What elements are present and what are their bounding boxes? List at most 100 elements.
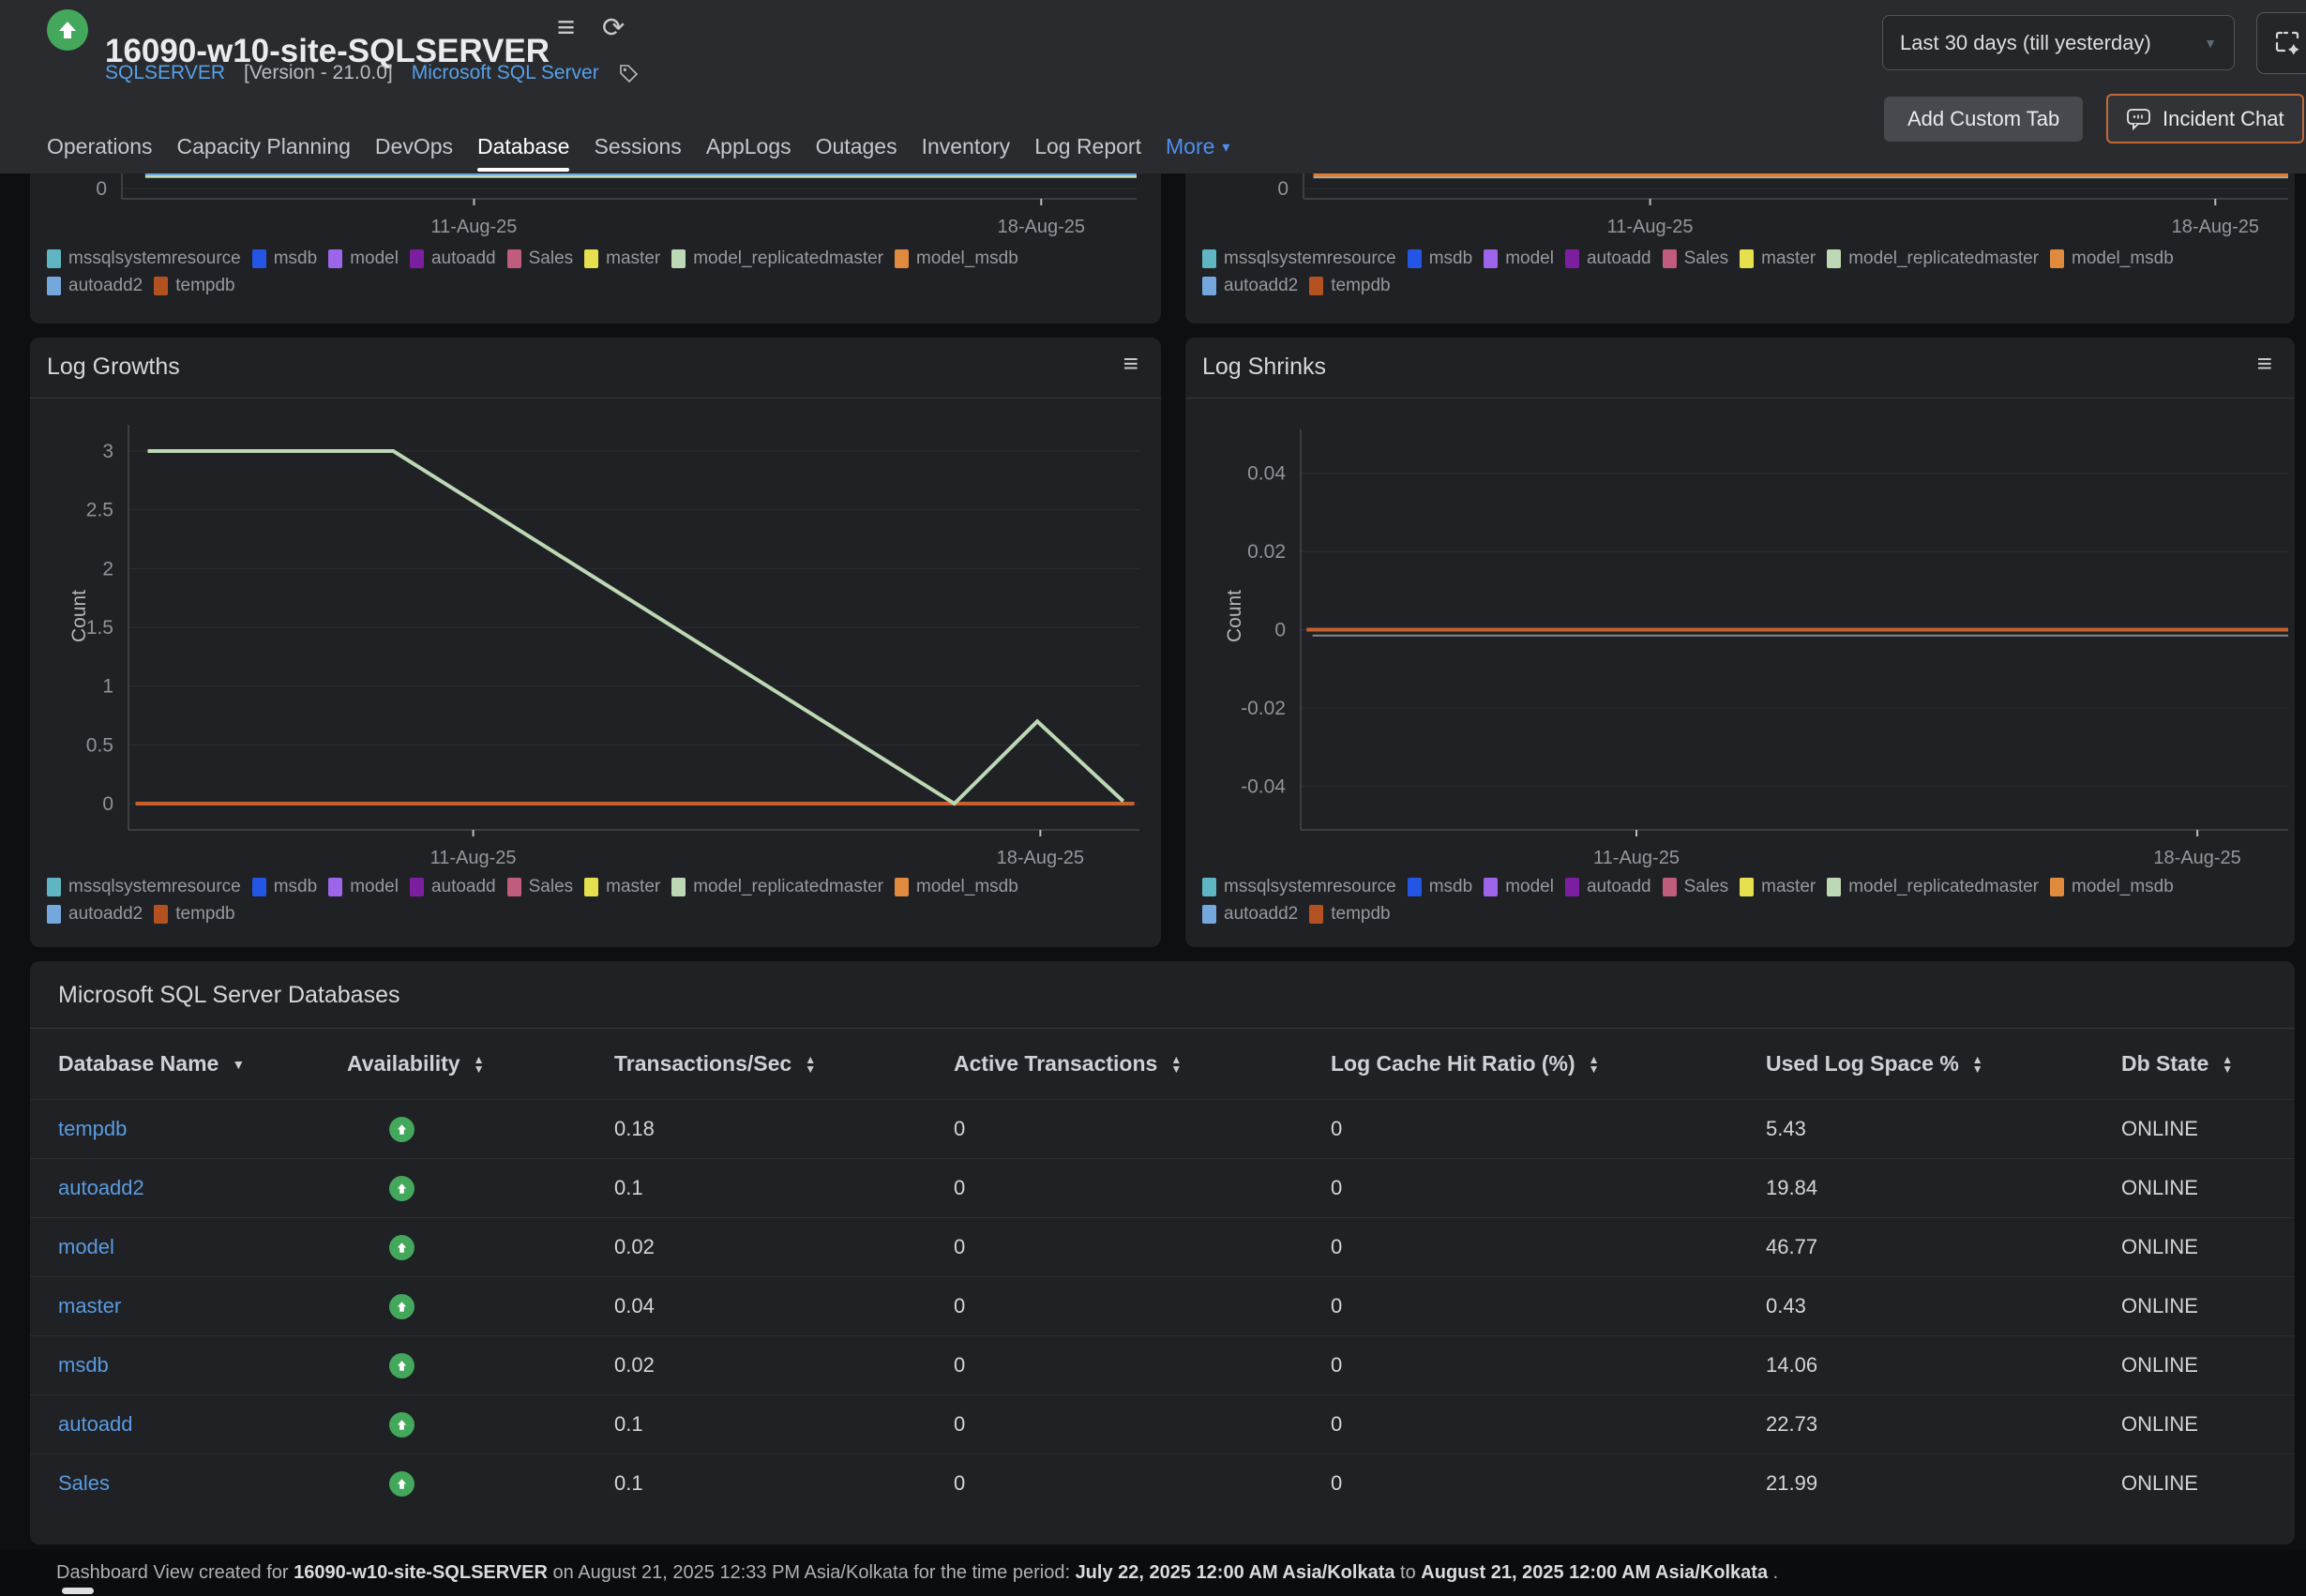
legend-item[interactable]: msdb bbox=[1408, 248, 1472, 269]
legend-item[interactable]: autoadd bbox=[1565, 877, 1651, 897]
db-state-cell: ONLINE bbox=[2120, 1100, 2295, 1159]
column-header-transactions-sec[interactable]: Transactions/Sec▲▼ bbox=[613, 1029, 953, 1100]
legend-swatch bbox=[1740, 878, 1754, 896]
legend-item[interactable]: Sales bbox=[507, 877, 574, 897]
db-name-link[interactable]: autoadd bbox=[58, 1412, 133, 1436]
legend-label: autoadd bbox=[1587, 877, 1651, 897]
horizontal-scrollbar-thumb[interactable] bbox=[62, 1588, 94, 1594]
legend-item[interactable]: master bbox=[584, 877, 660, 897]
svg-text:0.04: 0.04 bbox=[1247, 463, 1286, 485]
legend-item[interactable]: msdb bbox=[252, 877, 317, 897]
incident-chat-button[interactable]: Incident Chat bbox=[2106, 94, 2304, 143]
tab-sessions[interactable]: Sessions bbox=[594, 120, 681, 173]
legend-item[interactable]: autoadd bbox=[410, 877, 496, 897]
tab-devops[interactable]: DevOps bbox=[375, 120, 453, 173]
tab-outages[interactable]: Outages bbox=[816, 120, 897, 173]
legend-item[interactable]: mssqlsystemresource bbox=[47, 877, 241, 897]
panel-menu-icon[interactable]: ≡ bbox=[2257, 349, 2272, 379]
column-header-log-cache-hit-ratio-[interactable]: Log Cache Hit Ratio (%)▲▼ bbox=[1330, 1029, 1765, 1100]
legend-item[interactable]: autoadd2 bbox=[47, 904, 143, 925]
add-to-dashboard-button[interactable] bbox=[2256, 12, 2306, 74]
column-header-db-state[interactable]: Db State▲▼ bbox=[2120, 1029, 2295, 1100]
legend-item[interactable]: autoadd2 bbox=[47, 276, 143, 296]
legend-item[interactable]: msdb bbox=[252, 248, 317, 269]
tab-inventory[interactable]: Inventory bbox=[922, 120, 1011, 173]
column-header-active-transactions[interactable]: Active Transactions▲▼ bbox=[953, 1029, 1330, 1100]
legend-item[interactable]: msdb bbox=[1408, 877, 1472, 897]
legend-label: autoadd2 bbox=[1224, 904, 1298, 925]
legend-item[interactable]: autoadd2 bbox=[1202, 904, 1298, 925]
monitor-product-link[interactable]: Microsoft SQL Server bbox=[412, 62, 599, 84]
legend-item[interactable]: mssqlsystemresource bbox=[1202, 248, 1396, 269]
legend-item[interactable]: autoadd bbox=[1565, 248, 1651, 269]
tab-capacity-planning[interactable]: Capacity Planning bbox=[177, 120, 351, 173]
availability-cell bbox=[346, 1159, 613, 1218]
legend-item[interactable]: model_msdb bbox=[895, 248, 1018, 269]
legend-item[interactable]: model_msdb bbox=[2050, 877, 2174, 897]
legend-item[interactable]: Sales bbox=[1663, 248, 1729, 269]
legend-item[interactable]: model_msdb bbox=[2050, 248, 2174, 269]
sort-icon: ▲▼ bbox=[474, 1055, 485, 1074]
legend-item[interactable]: model_replicatedmaster bbox=[671, 248, 883, 269]
legend-item[interactable]: tempdb bbox=[1309, 276, 1390, 296]
legend-item[interactable]: tempdb bbox=[154, 904, 234, 925]
column-label: Log Cache Hit Ratio (%) bbox=[1331, 1051, 1575, 1077]
panel-menu-icon[interactable]: ≡ bbox=[1123, 349, 1138, 379]
tab-log-report[interactable]: Log Report bbox=[1034, 120, 1141, 173]
svg-text:-0.04: -0.04 bbox=[1241, 775, 1286, 797]
legend-item[interactable]: model bbox=[1484, 877, 1554, 897]
time-range-dropdown[interactable]: Last 30 days (till yesterday) ▼ bbox=[1882, 15, 2235, 70]
legend-item[interactable]: model_msdb bbox=[895, 877, 1018, 897]
db-name-link[interactable]: Sales bbox=[58, 1471, 110, 1495]
legend-swatch bbox=[1740, 249, 1754, 268]
legend-swatch bbox=[1309, 905, 1323, 924]
refresh-icon[interactable]: ⟳ bbox=[602, 11, 625, 44]
legend-item[interactable]: Sales bbox=[507, 248, 574, 269]
legend-item[interactable]: model bbox=[328, 248, 399, 269]
legend-swatch bbox=[584, 249, 598, 268]
legend-item[interactable]: mssqlsystemresource bbox=[47, 248, 241, 269]
db-name-link[interactable]: master bbox=[58, 1294, 121, 1317]
legend-item[interactable]: model_replicatedmaster bbox=[1827, 877, 2039, 897]
legend-item[interactable]: tempdb bbox=[1309, 904, 1390, 925]
column-header-availability[interactable]: Availability▲▼ bbox=[346, 1029, 613, 1100]
legend-item[interactable]: model_replicatedmaster bbox=[1827, 248, 2039, 269]
db-name-cell: master bbox=[30, 1277, 346, 1336]
tab-database[interactable]: Database bbox=[477, 120, 569, 173]
column-header-database-name[interactable]: Database Name▼ bbox=[30, 1029, 346, 1100]
legend-item[interactable]: mssqlsystemresource bbox=[1202, 877, 1396, 897]
monitor-type-link[interactable]: SQLSERVER bbox=[105, 62, 225, 84]
tab-applogs[interactable]: AppLogs bbox=[706, 120, 791, 173]
db-name-link[interactable]: msdb bbox=[58, 1353, 109, 1377]
legend-swatch bbox=[328, 878, 342, 896]
legend-swatch bbox=[47, 277, 61, 295]
used-log-space-cell: 19.84 bbox=[1765, 1159, 2120, 1218]
tab-more[interactable]: More ▾ bbox=[1166, 120, 1229, 173]
active-transactions-cell: 0 bbox=[953, 1159, 1330, 1218]
title-menu-icon[interactable]: ≡ bbox=[557, 9, 575, 45]
db-name-link[interactable]: tempdb bbox=[58, 1117, 127, 1140]
availability-cell bbox=[346, 1218, 613, 1277]
legend-item[interactable]: master bbox=[584, 248, 660, 269]
svg-text:3: 3 bbox=[102, 441, 113, 462]
legend-item[interactable]: model_replicatedmaster bbox=[671, 877, 883, 897]
legend-item[interactable]: autoadd bbox=[410, 248, 496, 269]
legend-item[interactable]: Sales bbox=[1663, 877, 1729, 897]
db-name-link[interactable]: model bbox=[58, 1235, 114, 1258]
tab-operations[interactable]: Operations bbox=[47, 120, 153, 173]
column-header-used-log-space-[interactable]: Used Log Space %▲▼ bbox=[1765, 1029, 2120, 1100]
svg-text:18-Aug-25: 18-Aug-25 bbox=[2153, 848, 2240, 868]
db-name-link[interactable]: autoadd2 bbox=[58, 1176, 144, 1199]
legend-label: autoadd bbox=[1587, 248, 1651, 269]
legend-label: model bbox=[1505, 877, 1554, 897]
legend-item[interactable]: master bbox=[1740, 877, 1816, 897]
legend-item[interactable]: model bbox=[1484, 248, 1554, 269]
tag-icon[interactable] bbox=[618, 63, 639, 83]
legend-item[interactable]: tempdb bbox=[154, 276, 234, 296]
legend-item[interactable]: model bbox=[328, 877, 399, 897]
legend-item[interactable]: master bbox=[1740, 248, 1816, 269]
legend-swatch bbox=[252, 878, 266, 896]
add-custom-tab-button[interactable]: Add Custom Tab bbox=[1884, 97, 2083, 142]
legend-item[interactable]: autoadd2 bbox=[1202, 276, 1298, 296]
chart-legend: mssqlsystemresource msdb model autoadd Sales… bbox=[47, 248, 1060, 296]
